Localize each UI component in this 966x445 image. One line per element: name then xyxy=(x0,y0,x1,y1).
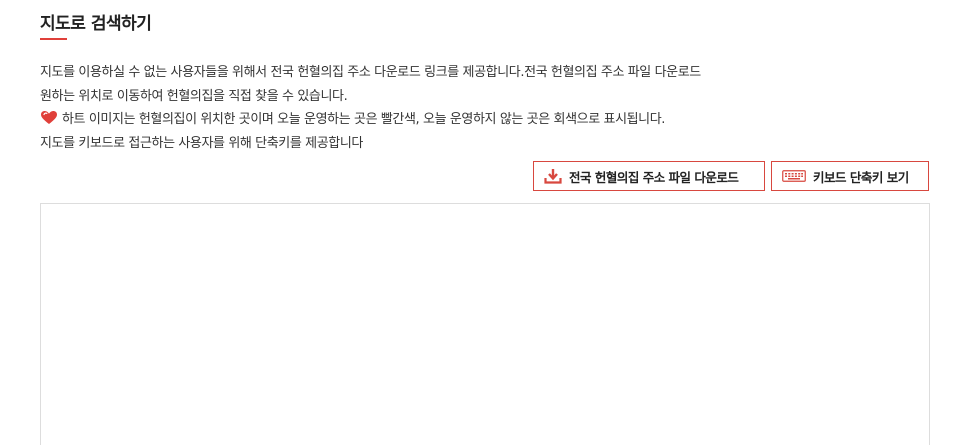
description-line-3-text: 하트 이미지는 헌혈의집이 위치한 곳이며 오늘 운영하는 곳은 빨간색, 오늘… xyxy=(62,112,666,127)
download-button-label: 전국 헌혈의집 주소 파일 다운로드 xyxy=(569,169,739,185)
description-line-1: 지도를 이용하실 수 없는 사용자들을 위해서 전국 헌혈의집 주소 다운로드 … xyxy=(40,65,701,80)
heart-icon xyxy=(41,111,57,124)
map-search-section: 지도로 검색하기 지도를 이용하실 수 없는 사용자들을 위해서 전국 헌혈의집… xyxy=(0,0,966,445)
download-address-file-button[interactable]: 전국 헌혈의집 주소 파일 다운로드 xyxy=(533,161,765,191)
keyboard-icon xyxy=(782,170,806,182)
description-line-4: 지도를 키보드로 접근하는 사용자를 위해 단축키를 제공합니다 xyxy=(40,135,363,151)
keyboard-button-label: 키보드 단축키 보기 xyxy=(813,169,909,185)
download-icon xyxy=(544,168,562,184)
description: 지도를 이용하실 수 없는 사용자들을 위해서 전국 헌혈의집 주소 다운로드 … xyxy=(40,61,701,155)
title-underline xyxy=(40,38,67,40)
description-line-3: 하트 이미지는 헌혈의집이 위치한 곳이며 오늘 운영하는 곳은 빨간색, 오늘… xyxy=(40,108,701,132)
description-line-2: 원하는 위치로 이동하여 헌혈의집을 직접 찾을 수 있습니다. xyxy=(40,88,348,104)
page-title: 지도로 검색하기 xyxy=(40,14,152,34)
map-container[interactable] xyxy=(40,203,930,445)
keyboard-shortcuts-button[interactable]: 키보드 단축키 보기 xyxy=(771,161,929,191)
